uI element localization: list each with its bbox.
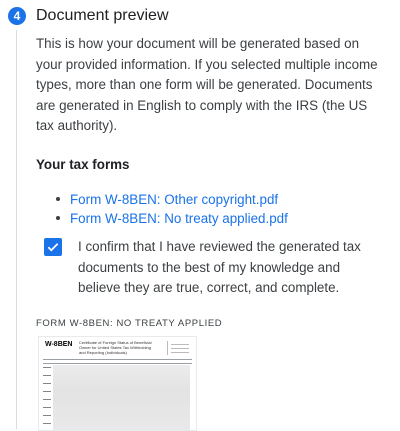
step-title: Document preview <box>36 7 169 24</box>
bullet-icon <box>56 197 60 201</box>
form-link-no-treaty-applied[interactable]: Form W-8BEN: No treaty applied.pdf <box>70 211 288 226</box>
step-header: 4 Document preview <box>8 4 169 28</box>
intro-text: This is how your document will be genera… <box>36 36 378 133</box>
form-link-other-copyright[interactable]: Form W-8BEN: Other copyright.pdf <box>70 192 278 207</box>
form-preview-thumbnail[interactable]: W-8BEN Certificate of Foreign Status of … <box>38 336 197 431</box>
step-number-badge: 4 <box>8 7 26 25</box>
thumbnail-omb-box <box>167 341 192 355</box>
confirm-row: I confirm that I have reviewed the gener… <box>44 237 384 299</box>
confirm-label[interactable]: I confirm that I have reviewed the gener… <box>78 237 384 299</box>
checkmark-icon <box>47 243 59 252</box>
tax-forms-list: Form W-8BEN: Other copyright.pdf Form W-… <box>56 190 386 228</box>
thumbnail-rule <box>43 363 192 364</box>
thumbnail-form-title: Certificate of Foreign Status of Benefic… <box>79 340 152 355</box>
step-content: This is how your document will be genera… <box>36 34 386 228</box>
thumbnail-blurred-body <box>53 365 190 430</box>
preview-label: FORM W-8BEN: NO TREATY APPLIED <box>36 318 223 329</box>
confirm-checkbox[interactable] <box>44 238 62 256</box>
bullet-icon <box>56 216 60 220</box>
list-item: Form W-8BEN: No treaty applied.pdf <box>56 209 386 228</box>
tax-forms-heading: Your tax forms <box>36 156 130 172</box>
thumbnail-form-code: W-8BEN <box>45 341 73 348</box>
step-connector-line <box>16 30 17 429</box>
thumbnail-side-lines <box>43 367 51 430</box>
list-item: Form W-8BEN: Other copyright.pdf <box>56 190 386 209</box>
thumbnail-rule <box>43 359 192 360</box>
